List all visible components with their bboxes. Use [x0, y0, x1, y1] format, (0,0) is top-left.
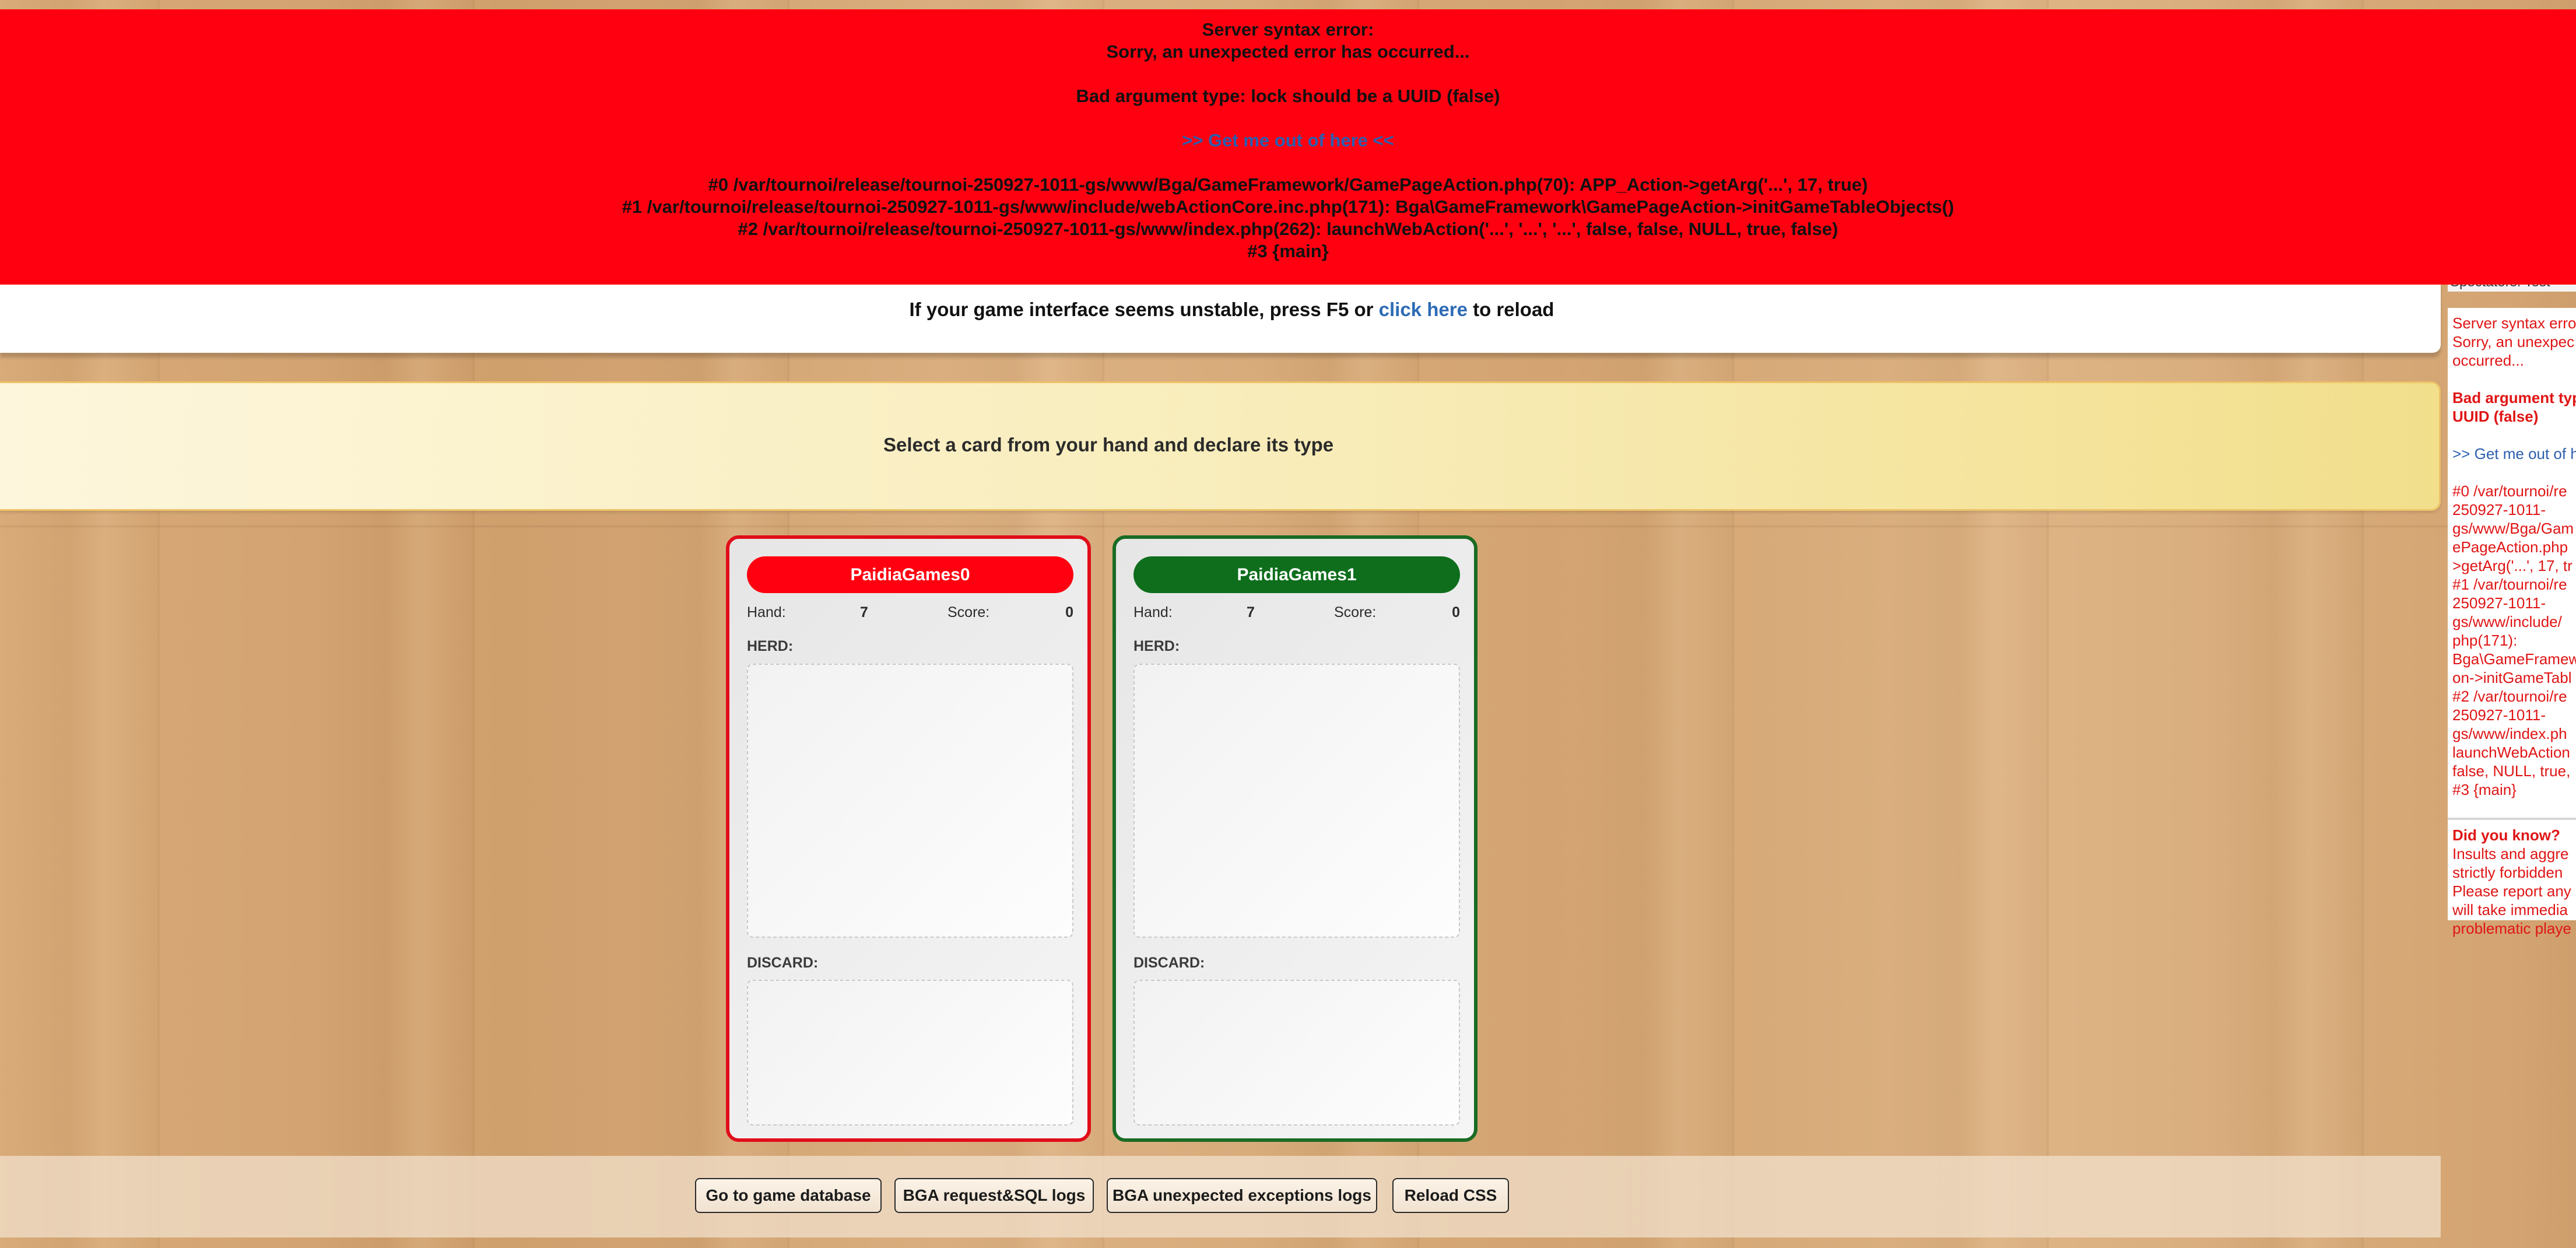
sidebar-trace-line: false, NULL, true, [2452, 762, 2571, 780]
did-you-know-line: will take immedia [2452, 901, 2568, 919]
go-to-game-database-button[interactable]: Go to game database [695, 1178, 882, 1213]
hand-label: Hand: [1133, 604, 1173, 621]
get-me-out-link[interactable]: >> Get me out of here << [0, 129, 2576, 152]
reload-prefix: If your game interface seems unstable, p… [909, 299, 1379, 320]
reload-css-button[interactable]: Reload CSS [1392, 1178, 1509, 1213]
sidebar-trace-line: gs/www/include/ [2452, 613, 2562, 630]
error-message: Bad argument type: lock should be a UUID… [1076, 86, 1500, 106]
did-you-know-line: Insults and aggre [2452, 845, 2569, 863]
herd-label: HERD: [747, 638, 794, 654]
hand-count: 7 [1247, 604, 1255, 621]
player-panel-1: PaidiaGames1 Hand: 7 Score: 0 HERD: DISC… [1112, 535, 1477, 1142]
trace-line-2: #2 /var/tournoi/release/tournoi-250927-1… [738, 219, 1838, 239]
sidebar-trace-line: 250927-1011- [2452, 706, 2546, 724]
bga-request-sql-logs-button[interactable]: BGA request&SQL logs [894, 1178, 1094, 1213]
reload-suffix: to reload [1467, 299, 1554, 320]
status-message: Select a card from your hand and declare… [883, 434, 1334, 455]
discard-zone[interactable] [1133, 980, 1460, 1126]
sidebar-bad-arg: UUID (false) [2452, 408, 2539, 425]
trace-line-0: #0 /var/tournoi/release/tournoi-250927-1… [708, 174, 1868, 195]
discard-label: DISCARD: [1133, 955, 1205, 971]
herd-zone[interactable] [1133, 664, 1460, 938]
sidebar-trace-line: 250927-1011- [2452, 594, 2546, 612]
did-you-know-line: problematic playe [2452, 920, 2571, 937]
player-panel-0: PaidiaGames0 Hand: 7 Score: 0 HERD: DISC… [726, 535, 1091, 1142]
server-error-banner: Server syntax error: Sorry, an unexpecte… [0, 9, 2576, 285]
sidebar-error-log: Server syntax erro Sorry, an unexpec occ… [2448, 308, 2576, 937]
herd-zone[interactable] [747, 664, 1073, 938]
sidebar-trace-line: #0 /var/tournoi/re [2452, 482, 2567, 500]
sidebar-error-line: occurred... [2452, 352, 2524, 369]
did-you-know-line: strictly forbidden [2452, 864, 2563, 881]
sidebar-bad-arg: Bad argument typ [2452, 389, 2576, 406]
sidebar-trace-line: gs/www/Bga/Gam [2452, 520, 2574, 537]
sidebar-trace-line: on->initGameTabl [2452, 669, 2572, 686]
player-name-0: PaidiaGames0 [747, 556, 1073, 593]
sidebar-trace-line: #1 /var/tournoi/re [2452, 576, 2567, 593]
score-value: 0 [1452, 604, 1460, 621]
reload-notice: If your game interface seems unstable, p… [0, 299, 2463, 321]
score-value: 0 [1065, 604, 1073, 621]
sidebar-trace-line: ePageAction.php [2452, 538, 2568, 556]
did-you-know-title: Did you know? [2452, 826, 2560, 844]
sidebar-trace-line: gs/www/index.ph [2452, 725, 2567, 742]
player-stats-0: Hand: 7 Score: 0 [747, 604, 1073, 625]
sidebar-trace-line: #3 {main} [2452, 781, 2517, 798]
bga-exceptions-logs-button[interactable]: BGA unexpected exceptions logs [1107, 1178, 1377, 1213]
error-subtitle: Sorry, an unexpected error has occurred.… [1106, 41, 1470, 62]
sidebar-get-me-out-link[interactable]: >> Get me out of h [2452, 444, 2576, 463]
herd-label: HERD: [1133, 638, 1180, 654]
sidebar-trace-line: launchWebAction [2452, 744, 2570, 761]
did-you-know-line: Please report any [2452, 882, 2571, 900]
error-title: Server syntax error: [1202, 19, 1374, 40]
trace-line-1: #1 /var/tournoi/release/tournoi-250927-1… [622, 197, 1954, 217]
discard-label: DISCARD: [747, 955, 819, 971]
sidebar-error-line: Sorry, an unexpec [2452, 333, 2575, 350]
reload-link[interactable]: click here [1379, 299, 1468, 320]
sidebar-trace-line: Bga\GameFramew [2452, 650, 2576, 668]
discard-zone[interactable] [747, 980, 1073, 1126]
did-you-know-box: Did you know? Insults and aggre strictly… [2448, 818, 2576, 938]
score-label: Score: [947, 604, 990, 621]
hand-count: 7 [860, 604, 868, 621]
player-stats-1: Hand: 7 Score: 0 [1133, 604, 1460, 625]
sidebar-trace-line: >getArg('...', 17, tr [2452, 557, 2573, 574]
sidebar-error-line: Server syntax erro [2452, 314, 2576, 332]
player-name-1: PaidiaGames1 [1133, 556, 1460, 593]
sidebar-trace-line: php(171): [2452, 632, 2518, 649]
score-label: Score: [1334, 604, 1377, 621]
sidebar-trace-line: #2 /var/tournoi/re [2452, 688, 2567, 705]
trace-line-3: #3 {main} [1247, 241, 1329, 261]
sidebar-trace-line: 250927-1011- [2452, 501, 2546, 518]
hand-label: Hand: [747, 604, 786, 621]
right-sidebar: Spectators: Test Server syntax erro Sorr… [2448, 274, 2576, 945]
